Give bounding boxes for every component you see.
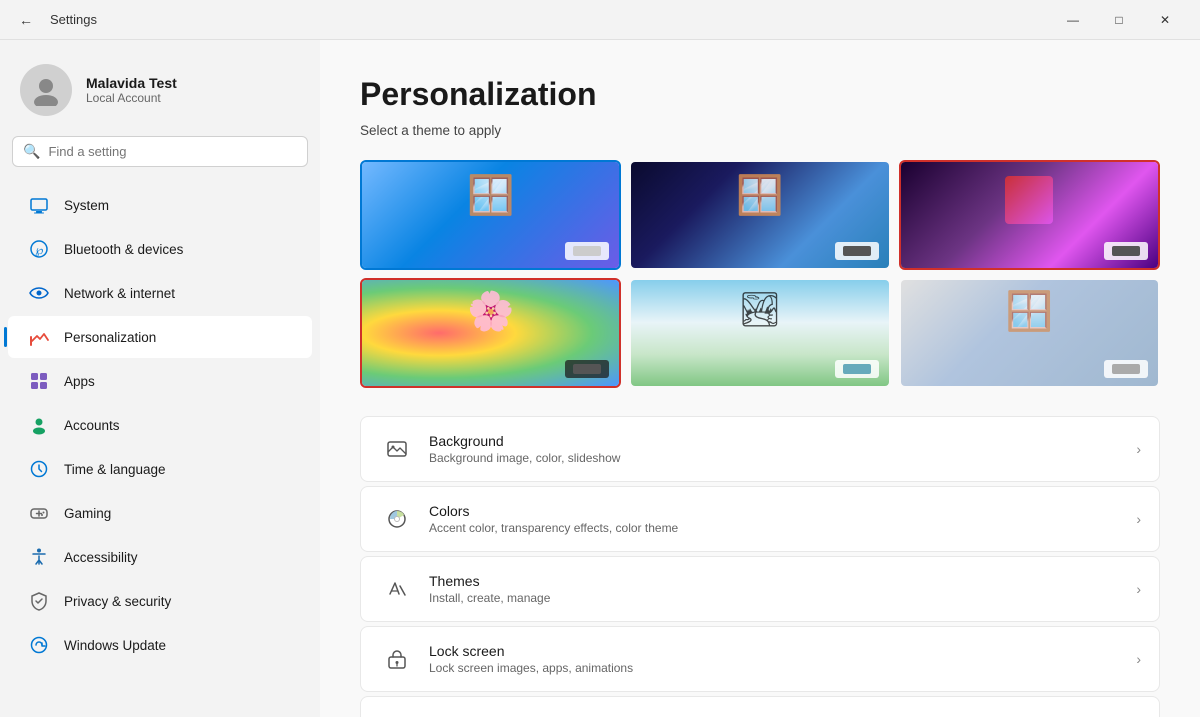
colors-text: Colors Accent color, transparency effect… bbox=[429, 503, 1136, 535]
settings-item-touchkeyboard[interactable]: Touch keyboard › bbox=[360, 696, 1160, 717]
theme-card-5[interactable]: 🏞 bbox=[629, 278, 890, 388]
minimize-button[interactable]: — bbox=[1050, 0, 1096, 40]
nav-label-time: Time & language bbox=[64, 462, 166, 477]
sidebar: Malavida Test Local Account 🔍 System bbox=[0, 40, 320, 717]
nav-item-personalization[interactable]: Personalization bbox=[8, 316, 312, 358]
background-desc: Background image, color, slideshow bbox=[429, 451, 1136, 465]
themes-icon bbox=[379, 571, 415, 607]
theme-subtitle: Select a theme to apply bbox=[360, 123, 1160, 138]
settings-item-background[interactable]: Background Background image, color, slid… bbox=[360, 416, 1160, 482]
close-button[interactable]: ✕ bbox=[1142, 0, 1188, 40]
nav-label-accessibility: Accessibility bbox=[64, 550, 138, 565]
search-input[interactable] bbox=[48, 144, 297, 159]
background-label: Background bbox=[429, 433, 1136, 449]
colors-desc: Accent color, transparency effects, colo… bbox=[429, 521, 1136, 535]
nav-label-update: Windows Update bbox=[64, 638, 166, 653]
nav-item-privacy[interactable]: Privacy & security bbox=[8, 580, 312, 622]
chevron-icon: › bbox=[1136, 511, 1141, 527]
accounts-icon bbox=[28, 414, 50, 436]
nav-item-network[interactable]: Network & internet bbox=[8, 272, 312, 314]
touchkeyboard-icon bbox=[379, 711, 415, 717]
settings-item-themes[interactable]: Themes Install, create, manage › bbox=[360, 556, 1160, 622]
update-icon bbox=[28, 634, 50, 656]
nav-item-accessibility[interactable]: Accessibility bbox=[8, 536, 312, 578]
accessibility-icon bbox=[28, 546, 50, 568]
themes-desc: Install, create, manage bbox=[429, 591, 1136, 605]
time-icon bbox=[28, 458, 50, 480]
nav-item-bluetooth[interactable]: ℘ Bluetooth & devices bbox=[8, 228, 312, 270]
user-name: Malavida Test bbox=[86, 75, 177, 91]
themes-label: Themes bbox=[429, 573, 1136, 589]
title-bar: ← Settings — □ ✕ bbox=[0, 0, 1200, 40]
theme-card-4[interactable]: 🌸 bbox=[360, 278, 621, 388]
chevron-icon: › bbox=[1136, 441, 1141, 457]
nav-label-personalization: Personalization bbox=[64, 330, 156, 345]
maximize-button[interactable]: □ bbox=[1096, 0, 1142, 40]
nav-label-gaming: Gaming bbox=[64, 506, 111, 521]
lockscreen-desc: Lock screen images, apps, animations bbox=[429, 661, 1136, 675]
nav-item-gaming[interactable]: Gaming bbox=[8, 492, 312, 534]
lockscreen-label: Lock screen bbox=[429, 643, 1136, 659]
nav-label-network: Network & internet bbox=[64, 286, 175, 301]
page-title: Personalization bbox=[360, 76, 1160, 113]
lockscreen-text: Lock screen Lock screen images, apps, an… bbox=[429, 643, 1136, 675]
nav-item-system[interactable]: System bbox=[8, 184, 312, 226]
app-title: Settings bbox=[50, 12, 97, 27]
nav-item-time[interactable]: Time & language bbox=[8, 448, 312, 490]
nav-item-update[interactable]: Windows Update bbox=[8, 624, 312, 666]
system-icon bbox=[28, 194, 50, 216]
chevron-icon: › bbox=[1136, 581, 1141, 597]
search-icon: 🔍 bbox=[23, 143, 40, 160]
app-body: Malavida Test Local Account 🔍 System bbox=[0, 40, 1200, 717]
nav-label-bluetooth: Bluetooth & devices bbox=[64, 242, 183, 257]
lockscreen-icon bbox=[379, 641, 415, 677]
colors-icon bbox=[379, 501, 415, 537]
user-section[interactable]: Malavida Test Local Account bbox=[0, 56, 320, 136]
window-controls: — □ ✕ bbox=[1050, 0, 1188, 40]
colors-label: Colors bbox=[429, 503, 1136, 519]
settings-list: Background Background image, color, slid… bbox=[360, 416, 1160, 717]
nav-label-system: System bbox=[64, 198, 109, 213]
main-content: Personalization Select a theme to apply … bbox=[320, 40, 1200, 717]
personalization-icon bbox=[28, 326, 50, 348]
nav-label-apps: Apps bbox=[64, 374, 95, 389]
themes-text: Themes Install, create, manage bbox=[429, 573, 1136, 605]
theme-card-1[interactable]: 🪟 bbox=[360, 160, 621, 270]
chevron-icon: › bbox=[1136, 651, 1141, 667]
nav-item-apps[interactable]: Apps bbox=[8, 360, 312, 402]
search-box[interactable]: 🔍 bbox=[12, 136, 308, 167]
gaming-icon bbox=[28, 502, 50, 524]
svg-text:℘: ℘ bbox=[35, 243, 43, 257]
network-icon bbox=[28, 282, 50, 304]
theme-card-6[interactable]: 🪟 bbox=[899, 278, 1160, 388]
user-type: Local Account bbox=[86, 91, 177, 105]
user-info: Malavida Test Local Account bbox=[86, 75, 177, 105]
nav-label-privacy: Privacy & security bbox=[64, 594, 171, 609]
theme-grid: 🪟 🪟 bbox=[360, 160, 1160, 388]
nav-label-accounts: Accounts bbox=[64, 418, 120, 433]
bluetooth-icon: ℘ bbox=[28, 238, 50, 260]
nav-item-accounts[interactable]: Accounts bbox=[8, 404, 312, 446]
avatar bbox=[20, 64, 72, 116]
theme-card-3[interactable] bbox=[899, 160, 1160, 270]
background-icon bbox=[379, 431, 415, 467]
privacy-icon bbox=[28, 590, 50, 612]
settings-item-colors[interactable]: Colors Accent color, transparency effect… bbox=[360, 486, 1160, 552]
back-button[interactable]: ← bbox=[12, 6, 40, 34]
background-text: Background Background image, color, slid… bbox=[429, 433, 1136, 465]
theme-card-2[interactable]: 🪟 bbox=[629, 160, 890, 270]
apps-icon bbox=[28, 370, 50, 392]
settings-item-lockscreen[interactable]: Lock screen Lock screen images, apps, an… bbox=[360, 626, 1160, 692]
